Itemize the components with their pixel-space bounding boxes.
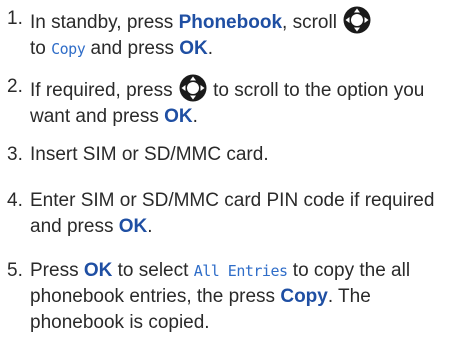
- step-text: Press OK to select All Entries to copy t…: [30, 260, 411, 333]
- step-number: 2.: [7, 76, 23, 97]
- step-number: 4.: [7, 190, 23, 211]
- step-text: If required, press to scroll to the opti…: [30, 74, 450, 130]
- navigation-key-icon: [179, 74, 207, 102]
- step-text: Insert SIM or SD/MMC card.: [30, 144, 269, 165]
- step-number: 5.: [7, 260, 23, 281]
- ok-key-label: OK: [83, 260, 113, 281]
- step-number: 1.: [7, 8, 23, 29]
- ok-key-label: OK: [179, 38, 208, 59]
- copy-display-text: Copy: [51, 40, 86, 58]
- step-text: Enter SIM or SD/MMC card PIN code if req…: [30, 190, 435, 237]
- phonebook-key-label: Phonebook: [178, 12, 283, 33]
- all-entries-display-text: All Entries: [193, 262, 288, 280]
- ok-key-label: OK: [118, 216, 148, 237]
- copy-key-label: Copy: [280, 286, 328, 307]
- navigation-key-icon: [343, 6, 371, 34]
- step-number: 3.: [7, 144, 23, 165]
- step-text: In standby, press Phonebook, scroll to C…: [30, 6, 450, 62]
- ok-key-label: OK: [164, 106, 193, 127]
